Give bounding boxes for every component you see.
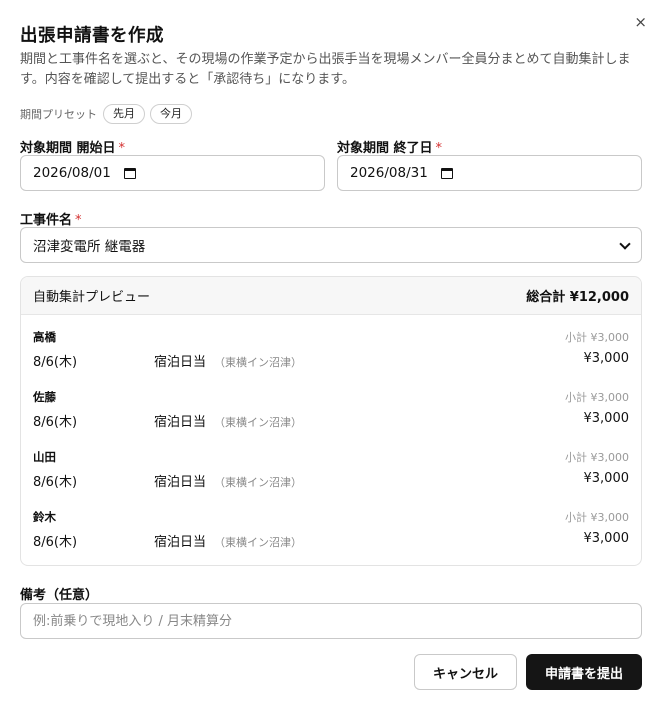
member-name: 鈴木 xyxy=(33,510,56,524)
project-label: 工事件名 * xyxy=(20,209,82,228)
start-date-label: 対象期間 開始日 * xyxy=(20,137,125,156)
project-select[interactable]: 沼津変電所 継電器 xyxy=(20,227,642,263)
entry-item-name: 宿泊日当 xyxy=(154,355,207,370)
notes-input[interactable] xyxy=(20,603,642,639)
entry-date: 8/6(木) xyxy=(33,415,78,430)
member-name: 高橋 xyxy=(33,330,56,344)
entry-item: 宿泊日当 （東横イン沼津） xyxy=(154,471,302,490)
preset-this-month-button[interactable]: 今月 xyxy=(150,104,192,124)
entry-location: （東横イン沼津） xyxy=(214,416,303,429)
required-mark: * xyxy=(435,141,443,156)
entry-item: 宿泊日当 （東横イン沼津） xyxy=(154,351,302,370)
entry-item-name: 宿泊日当 xyxy=(154,475,207,490)
member-subtotal: 小計 ¥3,000 xyxy=(565,391,629,404)
dialog-description: 期間と工事件名を選ぶと、その現場の作業予定から出張手当を現場メンバー全員分まとめ… xyxy=(20,52,631,87)
auto-summary-preview: 自動集計プレビュー 総合計 ¥12,000 高橋 小計 ¥3,000 8/6(木… xyxy=(20,276,642,566)
grand-total: 総合計 ¥12,000 xyxy=(526,290,629,305)
period-preset-label: 期間プリセット xyxy=(20,108,97,121)
preview-title: 自動集計プレビュー xyxy=(33,290,151,305)
member-name: 山田 xyxy=(33,450,56,464)
member-block: 佐藤 小計 ¥3,000 8/6(木) 宿泊日当 （東横イン沼津） ¥3,000 xyxy=(21,389,641,449)
submit-request-button[interactable]: 申請書を提出 xyxy=(526,654,642,690)
start-date-label-text: 対象期間 開始日 xyxy=(20,141,116,156)
chevron-down-icon xyxy=(619,238,631,250)
calendar-icon[interactable] xyxy=(123,167,136,179)
member-block: 山田 小計 ¥3,000 8/6(木) 宿泊日当 （東横イン沼津） ¥3,000 xyxy=(21,449,641,509)
member-name: 佐藤 xyxy=(33,390,56,404)
entry-amount: ¥3,000 xyxy=(583,471,630,486)
entry-date: 8/6(木) xyxy=(33,535,78,550)
entry-item-name: 宿泊日当 xyxy=(154,535,207,550)
project-label-text: 工事件名 xyxy=(20,213,73,228)
required-mark: * xyxy=(118,141,126,156)
create-trip-request-dialog: × 出張申請書を作成 期間と工事件名を選ぶと、その現場の作業予定から出張手当を現… xyxy=(0,0,665,710)
member-subtotal: 小計 ¥3,000 xyxy=(565,511,629,524)
entry-item: 宿泊日当 （東横イン沼津） xyxy=(154,531,302,550)
entry-item-name: 宿泊日当 xyxy=(154,415,207,430)
entry-location: （東横イン沼津） xyxy=(214,536,303,549)
preset-last-month-button[interactable]: 先月 xyxy=(103,104,145,124)
start-date-value: 2026/08/01 xyxy=(33,165,111,181)
cancel-button[interactable]: キャンセル xyxy=(414,654,517,690)
entry-amount: ¥3,000 xyxy=(583,411,630,426)
member-block: 高橋 小計 ¥3,000 8/6(木) 宿泊日当 （東横イン沼津） ¥3,000 xyxy=(21,329,641,389)
entry-amount: ¥3,000 xyxy=(583,351,630,366)
entry-location: （東横イン沼津） xyxy=(214,356,303,369)
project-selected-value: 沼津変電所 継電器 xyxy=(33,239,146,255)
end-date-input[interactable]: 2026/08/31 xyxy=(337,155,642,191)
member-block: 鈴木 小計 ¥3,000 8/6(木) 宿泊日当 （東横イン沼津） ¥3,000 xyxy=(21,509,641,565)
period-preset-group: 期間プリセット 先月 今月 xyxy=(20,104,197,124)
notes-label: 備考（任意） xyxy=(20,588,99,603)
start-date-input[interactable]: 2026/08/01 xyxy=(20,155,325,191)
entry-location: （東横イン沼津） xyxy=(214,476,303,489)
required-mark: * xyxy=(75,213,82,228)
entry-amount: ¥3,000 xyxy=(583,531,630,546)
end-date-value: 2026/08/31 xyxy=(350,165,428,181)
entry-date: 8/6(木) xyxy=(33,355,78,370)
entry-item: 宿泊日当 （東横イン沼津） xyxy=(154,411,302,430)
dialog-title: 出張申請書を作成 xyxy=(20,26,164,46)
close-icon[interactable]: × xyxy=(634,14,647,30)
calendar-icon[interactable] xyxy=(440,167,453,179)
entry-date: 8/6(木) xyxy=(33,475,78,490)
member-subtotal: 小計 ¥3,000 xyxy=(565,331,629,344)
end-date-label-text: 対象期間 終了日 xyxy=(337,141,433,156)
end-date-label: 対象期間 終了日 * xyxy=(337,137,442,156)
member-subtotal: 小計 ¥3,000 xyxy=(565,451,629,464)
preview-header: 自動集計プレビュー 総合計 ¥12,000 xyxy=(21,277,641,315)
